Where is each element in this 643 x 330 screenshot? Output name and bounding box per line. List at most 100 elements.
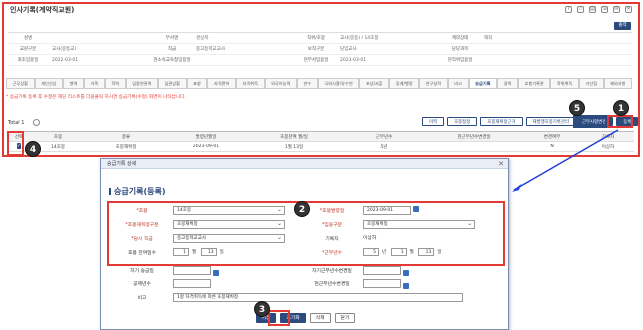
info-row: 교원구분 교사(중등교) 직급 중고등학교교사 보직구분 담임교사 담당과목	[8, 44, 632, 55]
table-row[interactable]: ✓ 14호봉 호봉재획정 2023-09-01 1월 13일 5년 N 이상하	[8, 142, 634, 152]
step-marker-3: 3	[254, 301, 270, 317]
col-header: 변경여부	[543, 134, 561, 140]
phone-icon[interactable]: ☏	[601, 6, 608, 13]
tab-item[interactable]: 포상/서훈	[359, 78, 390, 88]
cur-change-label: 현근무년수변경일	[314, 282, 350, 287]
info-row: 성명 부서명 경상북 직위/호봉 교사(중등) / 14호봉 계약상태 해직	[8, 33, 632, 44]
tab-item[interactable]: 국외시찰/유수연	[317, 78, 360, 88]
settings-icon[interactable]	[33, 119, 40, 126]
main-header: 인사기록(계약직교원)	[4, 4, 638, 16]
dialog-titlebar: 승급기록 상세	[101, 159, 508, 169]
tab-item[interactable]: 임용연관력	[125, 78, 159, 88]
tab-item[interactable]: 표창	[186, 78, 208, 88]
notice-text: * 승급기록 등록 후 수정은 해당 리스트를 더블클릭 하시면 승급기록(수정…	[6, 95, 186, 100]
note-input[interactable]: 1항 자격취득에 따른 호봉재획정	[173, 293, 463, 302]
info-label: 부서명	[165, 36, 179, 41]
record-tabs: 근무상황 개인신상 병역 가족 학력 임용연관력 임관상황 표창 자격면허 자격취득 외국어능력 연수…	[6, 78, 633, 89]
tab-item[interactable]: 가족	[83, 78, 105, 88]
hobong-correct-button[interactable]: 호봉정정	[447, 117, 478, 126]
tab-item[interactable]: 경력	[497, 78, 518, 88]
unit-year: 년	[382, 250, 387, 255]
info-label: 교원구분	[19, 47, 37, 52]
info-label: 현직위임용일	[447, 58, 473, 63]
grid-header: 선택 호봉 종류 발령년월일 호봉잔여 월/일 근무년수 현근무년수변경일 변경…	[8, 132, 634, 142]
tab-item[interactable]: 개인신상	[34, 78, 64, 88]
deduct-input[interactable]	[173, 279, 211, 288]
tab-item[interactable]: 징계/행정	[389, 78, 420, 88]
tab-item[interactable]: 근무상황	[6, 78, 35, 88]
close-icon[interactable]: ✕	[498, 160, 504, 168]
regrade-basis-button[interactable]: 호봉재획정근거	[480, 117, 523, 126]
promotion-grid: 선택 호봉 종류 발령년월일 호봉잔여 월/일 근무년수 현근무년수변경일 변경…	[8, 131, 634, 152]
rank-select[interactable]: 중고등학교교사	[173, 234, 285, 243]
cell-date: 2023-09-01	[192, 144, 220, 149]
service-day-input[interactable]: 13	[418, 248, 435, 256]
cell-recorder: 이상하	[601, 144, 615, 150]
reissue-record-button[interactable]: 재발행호봉기록관리	[525, 117, 576, 126]
tab-item[interactable]: 자격취득	[235, 78, 265, 88]
hobong-label: *호봉	[136, 209, 148, 214]
remain-day-input[interactable]: 13	[200, 248, 217, 256]
tab-item[interactable]: 임관상황	[158, 78, 187, 88]
remain-month-input[interactable]: 1	[173, 248, 189, 256]
calendar-icon[interactable]	[213, 270, 219, 276]
info-label: 직위/호봉	[306, 36, 326, 41]
tab-item[interactable]: 학력	[104, 78, 126, 88]
tab-item[interactable]: 연구실적	[419, 78, 448, 88]
info-value: 중고등학교교사	[196, 47, 225, 52]
print-icon[interactable]: ▤	[589, 6, 596, 13]
appoint-select[interactable]: 호봉재획정	[363, 220, 475, 229]
cell-remain: 1월 13일	[284, 144, 304, 150]
next-date-label: 차기 승급일	[130, 269, 154, 274]
unit-month: 월	[192, 250, 197, 255]
kind-select[interactable]: 호봉재획정	[173, 220, 285, 229]
tab-item[interactable]: 학위취득	[550, 78, 579, 88]
info-value: 2023-03-01	[340, 57, 367, 63]
calendar-icon[interactable]	[413, 206, 419, 212]
register-highlight	[607, 115, 633, 128]
start-date-label: *호봉발령일	[319, 209, 345, 214]
tab-item[interactable]: 외국어능력	[264, 78, 297, 88]
note-label: 비고	[137, 296, 147, 301]
mail-icon[interactable]: ✉	[613, 6, 620, 13]
bookmark-icon[interactable]: ☆	[577, 6, 584, 13]
tab-item[interactable]: 가산점	[578, 78, 604, 88]
delete-button[interactable]: 삭제	[309, 313, 331, 323]
form-row: *호봉재획정구분 호봉재획정 *임용구분 호봉재획정	[111, 219, 501, 230]
hobong-select[interactable]: 14호봉	[173, 206, 285, 215]
tab-item[interactable]: 호봉기록관	[517, 78, 551, 88]
unit-day: 일	[437, 250, 442, 255]
info-value: 교사(중등) / 14호봉	[340, 36, 379, 41]
history-button[interactable]: 이력	[422, 117, 445, 126]
info-label: 현부서임용일	[303, 58, 329, 63]
info-value: 담임교사	[340, 47, 357, 52]
cur-change-input[interactable]	[363, 279, 401, 288]
calendar-icon[interactable]	[403, 283, 409, 289]
form-row: 비고 1항 자격취득에 따른 호봉재획정	[111, 292, 501, 303]
service-year-input[interactable]: 5	[363, 248, 379, 256]
tab-item[interactable]: 자격면허	[207, 78, 236, 88]
info-label: 보직구분	[307, 47, 325, 52]
next-date-input[interactable]	[173, 266, 211, 275]
tab-item[interactable]: 병역	[63, 78, 84, 88]
info-value: 2022-03-01	[52, 57, 79, 63]
step-marker-2: 2	[294, 201, 310, 217]
tab-item[interactable]: 연수	[296, 78, 318, 88]
save-highlight	[268, 310, 290, 326]
service-month-input[interactable]: 1	[390, 248, 407, 256]
calendar-icon[interactable]	[403, 270, 409, 276]
tab-item[interactable]: 승급기록	[468, 78, 498, 88]
tab-item[interactable]: 비고	[447, 78, 469, 88]
info-label: 성명	[23, 36, 33, 41]
print-button[interactable]: 출력	[614, 22, 631, 30]
close-icon[interactable]: ✕	[625, 6, 632, 13]
tab-item[interactable]: 제외사항	[603, 78, 633, 88]
cell-changed: N	[550, 144, 554, 149]
form-row: 호봉 잔여일수 1월 13 일 *근무년수 5년 1월 13 일	[111, 247, 501, 258]
form-row: *당시 직급 중고등학교교사 기록자 이상하	[111, 233, 501, 244]
employee-info-table: 성명 부서명 경상북 직위/호봉 교사(중등) / 14호봉 계약상태 해직 교…	[8, 32, 632, 66]
start-date-input[interactable]: 2023-09-01	[363, 206, 411, 215]
close-button[interactable]: 닫기	[334, 313, 356, 323]
help-icon[interactable]: ?	[565, 6, 572, 13]
next-change-input[interactable]	[363, 266, 401, 275]
